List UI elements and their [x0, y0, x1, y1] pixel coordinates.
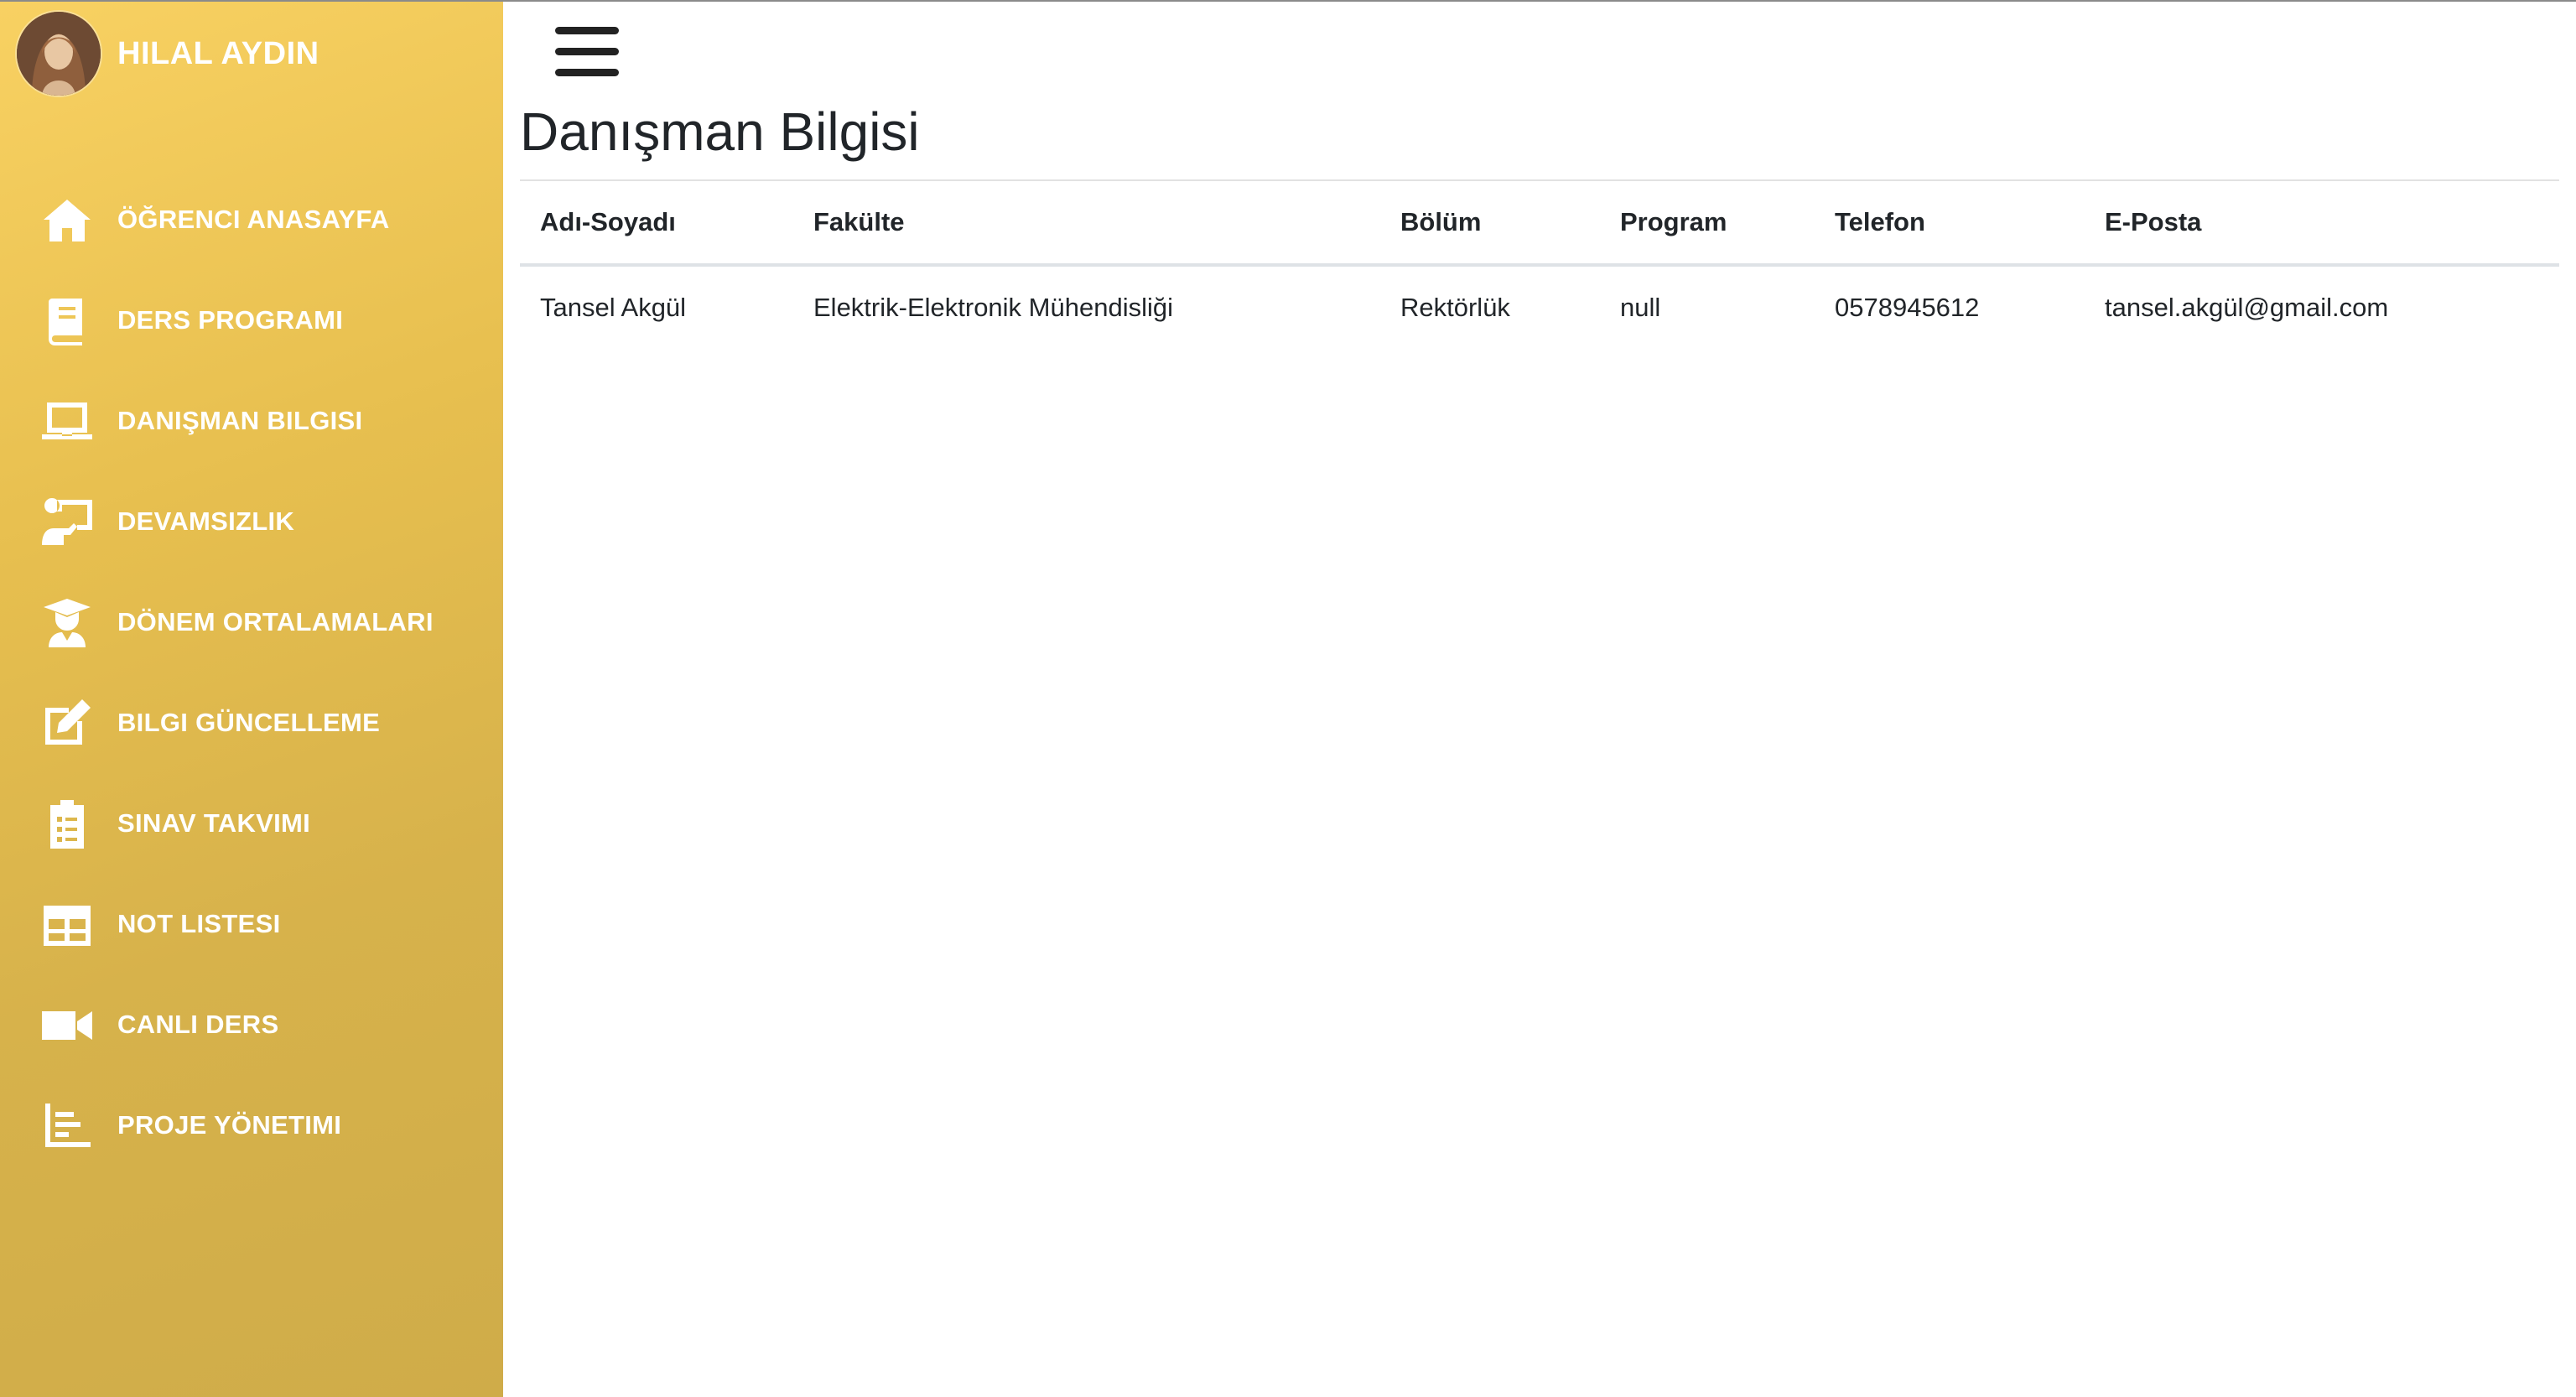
cell-program: null	[1620, 293, 1661, 322]
cell-name: Tansel Akgül	[540, 293, 687, 322]
sidebar-item-label: ÖĞRENCI ANASAYFA	[117, 205, 390, 234]
sidebar-menu: ÖĞRENCI ANASAYFA DERS PROGRAMI DANIŞMAN …	[0, 169, 503, 1176]
sidebar-item-label: SINAV TAKVIMI	[117, 808, 311, 838]
cell-phone: 0578945612	[1835, 293, 1980, 322]
sidebar-item-canli-ders[interactable]: CANLI DERS	[0, 974, 503, 1075]
sidebar-item-sinav-takvimi[interactable]: SINAV TAKVIMI	[0, 773, 503, 874]
graduate-icon	[34, 593, 101, 652]
page-title: Danışman Bilgisi	[520, 101, 920, 162]
cell-department: Rektörlük	[1400, 293, 1510, 322]
table-header-row: Adı-Soyadı Fakülte Bölüm Program Telefon…	[520, 181, 2559, 267]
advisor-table: Adı-Soyadı Fakülte Bölüm Program Telefon…	[520, 181, 2559, 349]
sidebar-item-devamsizlik[interactable]: DEVAMSIZLIK	[0, 471, 503, 572]
menu-toggle-button[interactable]	[555, 25, 619, 79]
sidebar-item-label: DANIŞMAN BILGISI	[117, 406, 363, 435]
cell-faculty: Elektrik-Elektronik Mühendisliği	[813, 293, 1173, 322]
main-content: Danışman Bilgisi Adı-Soyadı Fakülte Bölü…	[503, 2, 2576, 1397]
column-header-phone: Telefon	[1815, 181, 2085, 267]
table-row: Tansel Akgül Elektrik-Elektronik Mühendi…	[520, 265, 2559, 349]
sidebar-item-label: DEVAMSIZLIK	[117, 506, 295, 536]
sidebar-item-donem-ortalamalari[interactable]: DÖNEM ORTALAMALARI	[0, 572, 503, 673]
laptop-icon	[34, 392, 101, 450]
sidebar: HILAL AYDIN ÖĞRENCI ANASAYFA DERS PROGRA…	[0, 2, 503, 1397]
sidebar-item-label: DERS PROGRAMI	[117, 305, 344, 335]
column-header-department: Bölüm	[1380, 181, 1600, 267]
hamburger-bar	[555, 48, 619, 55]
sidebar-item-bilgi-guncelleme[interactable]: BILGI GÜNCELLEME	[0, 673, 503, 773]
column-header-name: Adı-Soyadı	[520, 181, 793, 267]
home-icon	[34, 190, 101, 249]
column-header-faculty: Fakülte	[793, 181, 1380, 267]
sidebar-item-ogrenci-anasayfa[interactable]: ÖĞRENCI ANASAYFA	[0, 169, 503, 270]
table-icon	[34, 895, 101, 953]
sidebar-item-label: CANLI DERS	[117, 1010, 279, 1039]
edit-icon	[34, 693, 101, 752]
sidebar-item-danisman-bilgisi[interactable]: DANIŞMAN BILGISI	[0, 371, 503, 471]
sidebar-item-label: NOT LISTESI	[117, 909, 281, 938]
sidebar-item-label: PROJE YÖNETIMI	[117, 1110, 342, 1140]
teacher-board-icon	[34, 492, 101, 551]
user-profile[interactable]: HILAL AYDIN	[17, 12, 319, 96]
hamburger-bar	[555, 27, 619, 34]
hamburger-bar	[555, 69, 619, 76]
chart-bars-icon	[34, 1096, 101, 1155]
video-camera-icon	[34, 995, 101, 1054]
clipboard-list-icon	[34, 794, 101, 853]
user-name: HILAL AYDIN	[117, 35, 319, 71]
book-icon	[34, 291, 101, 350]
sidebar-item-label: DÖNEM ORTALAMALARI	[117, 607, 434, 636]
sidebar-item-proje-yonetimi[interactable]: PROJE YÖNETIMI	[0, 1075, 503, 1176]
sidebar-item-label: BILGI GÜNCELLEME	[117, 708, 381, 737]
sidebar-item-ders-programi[interactable]: DERS PROGRAMI	[0, 270, 503, 371]
column-header-program: Program	[1600, 181, 1815, 267]
sidebar-item-not-listesi[interactable]: NOT LISTESI	[0, 874, 503, 974]
column-header-email: E-Posta	[2085, 181, 2559, 267]
cell-email: tansel.akgül@gmail.com	[2105, 293, 2389, 322]
avatar[interactable]	[17, 12, 101, 96]
